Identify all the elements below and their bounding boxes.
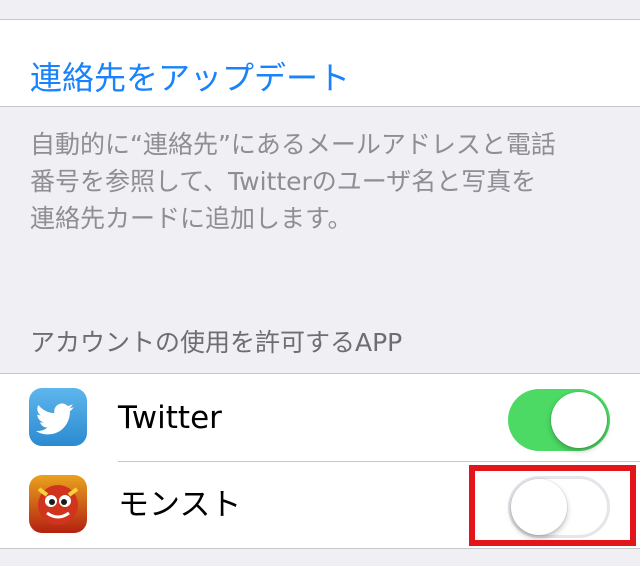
- app-row-twitter: Twitter: [0, 374, 640, 461]
- app-name: Twitter: [118, 400, 222, 436]
- top-spacer: [0, 0, 640, 20]
- allowed-apps-header: アカウントの使用を許可するAPP: [30, 328, 403, 357]
- twitter-bird-icon: [29, 388, 87, 446]
- description-line: 自動的に“連絡先”にあるメールアドレスと電話: [30, 130, 556, 159]
- update-contacts-button[interactable]: 連絡先をアップデート: [30, 58, 350, 98]
- contacts-description: 自動的に“連絡先”にあるメールアドレスと電話 番号を参照して、Twitterのユ…: [30, 126, 620, 237]
- twitter-toggle[interactable]: [508, 389, 610, 451]
- description-line: 番号を参照して、Twitterのユーザ名と写真を: [30, 167, 537, 196]
- divider: [0, 106, 640, 107]
- update-contacts-cell[interactable]: 連絡先をアップデート: [0, 20, 640, 106]
- app-name: モンスト: [118, 487, 242, 523]
- monster-strike-icon: [29, 475, 87, 533]
- highlight-box: [469, 465, 636, 546]
- divider: [0, 548, 640, 549]
- description-line: 連絡先カードに追加します。: [30, 204, 353, 233]
- toggle-knob: [551, 392, 607, 448]
